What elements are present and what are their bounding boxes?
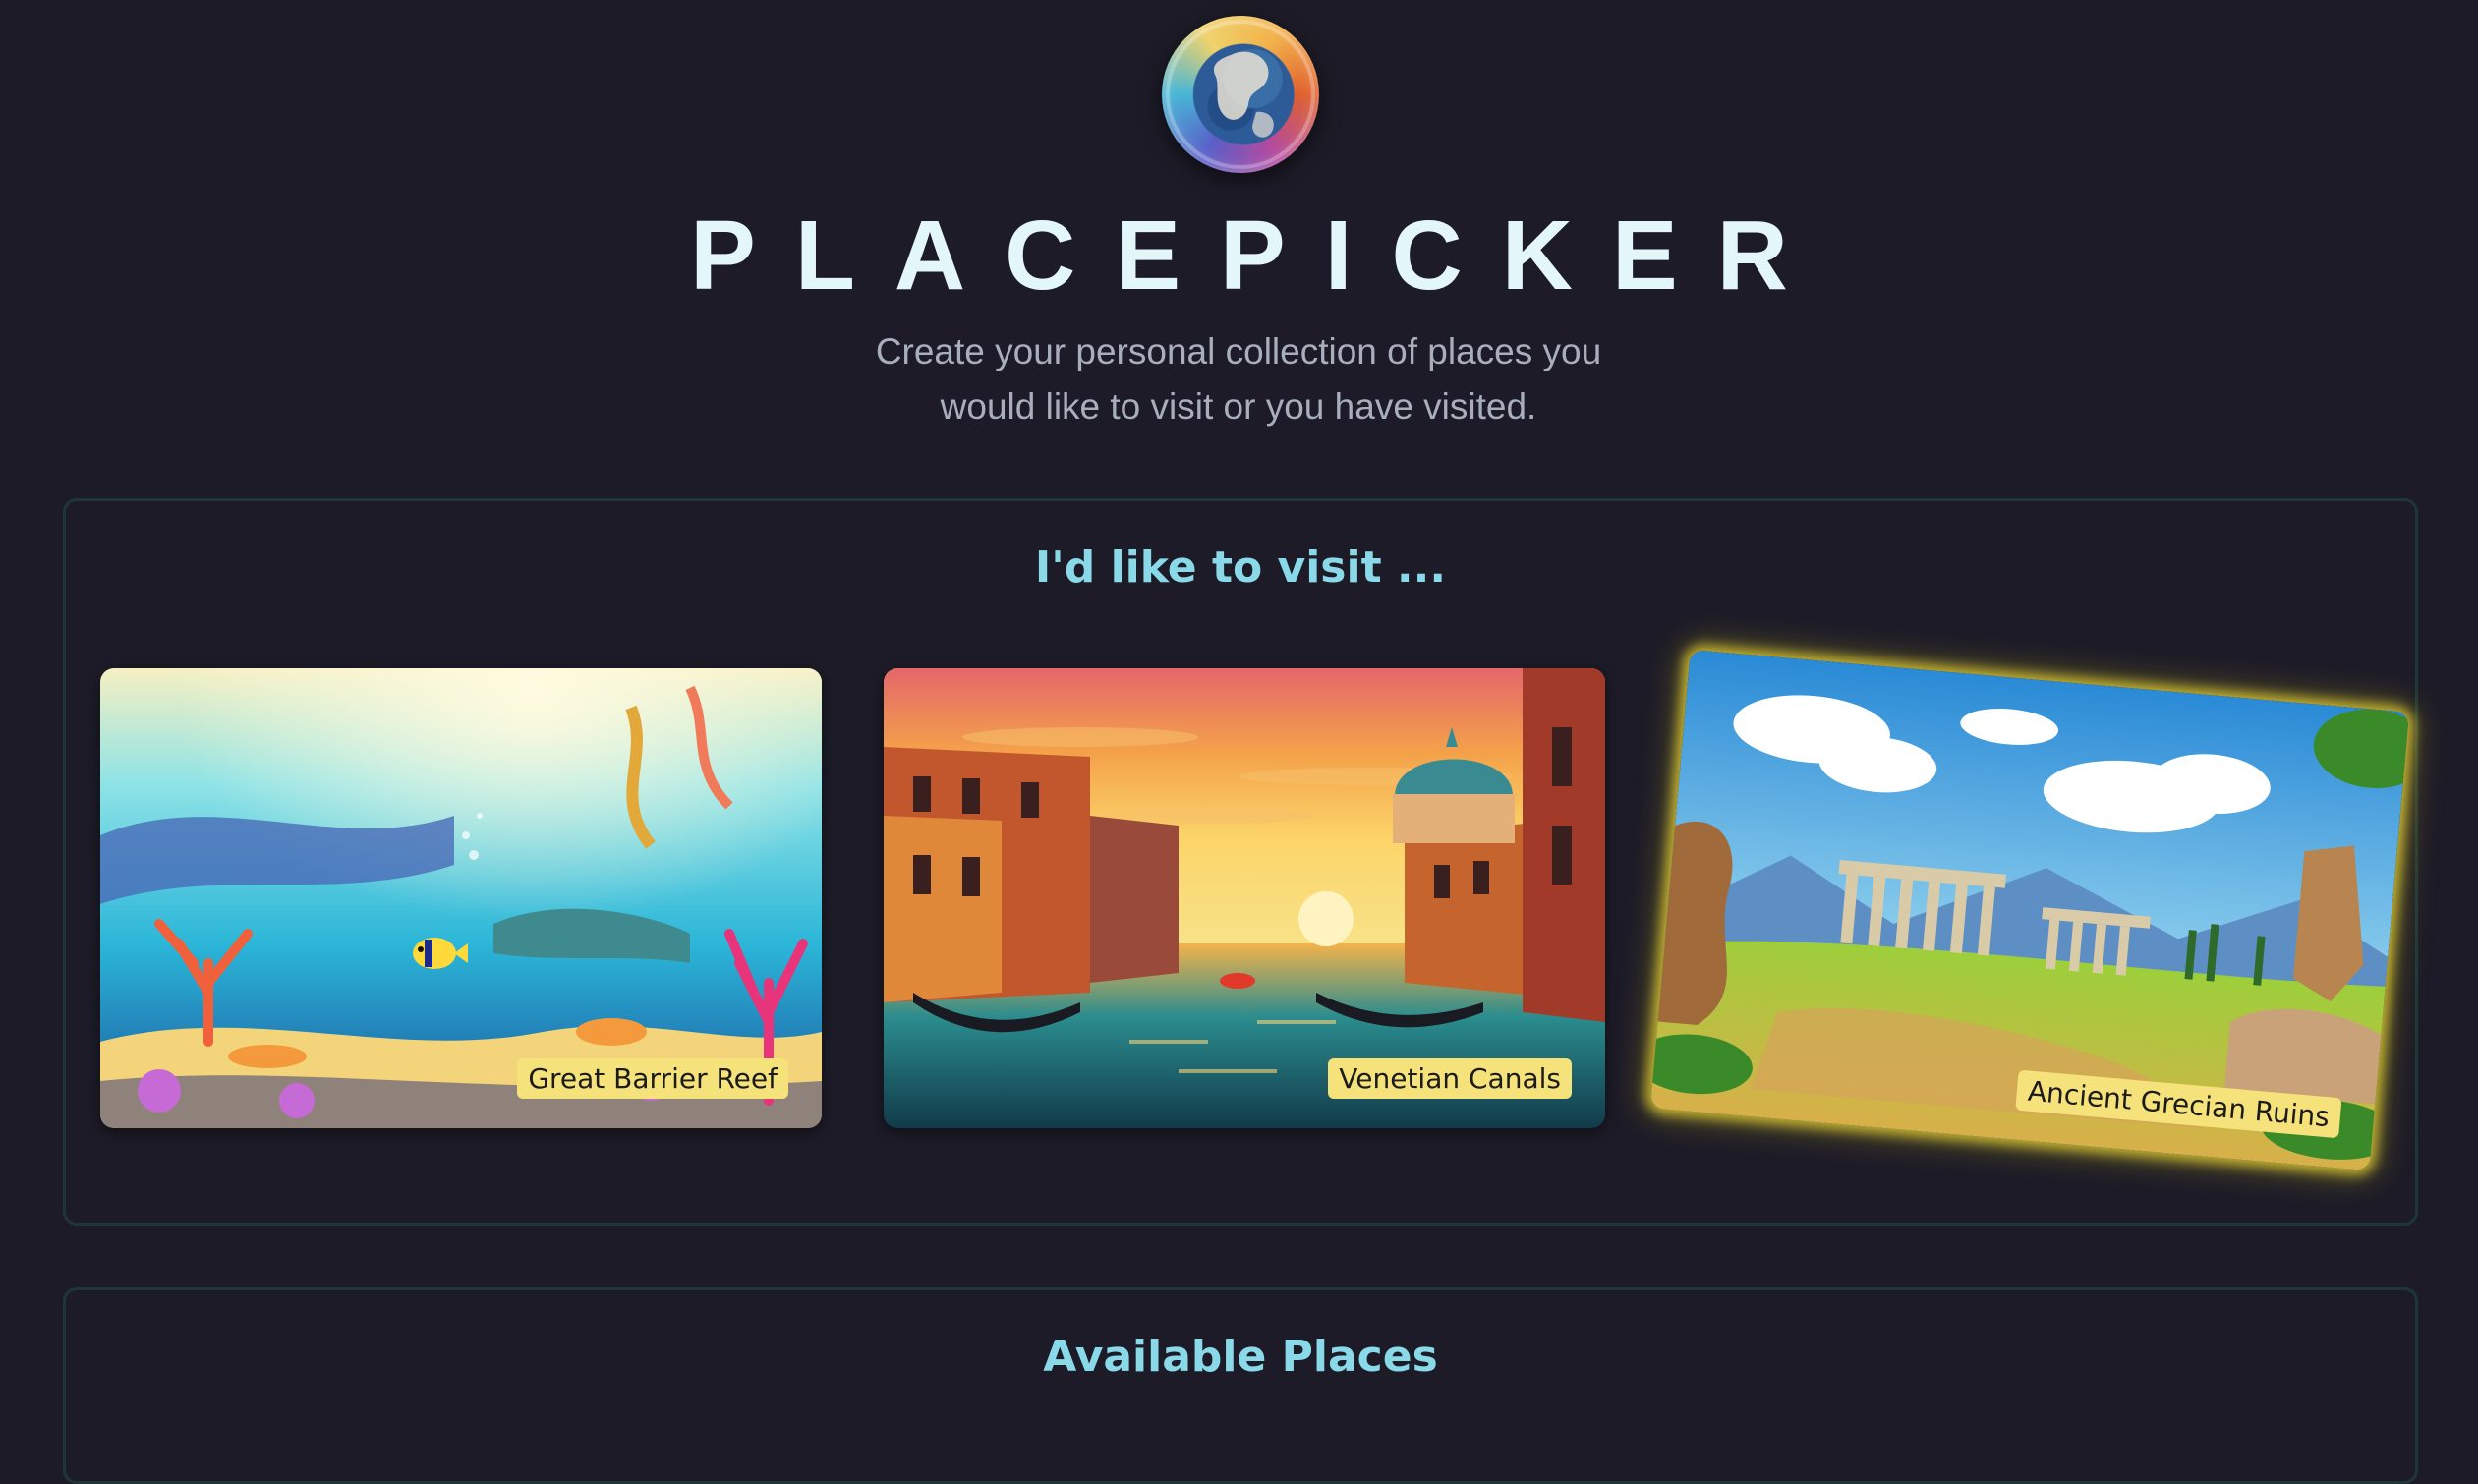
place-card-venetian-canals[interactable]: Venetian Canals (884, 668, 1605, 1128)
place-label: Great Barrier Reef (517, 1058, 788, 1099)
available-places-title: Available Places (1043, 1332, 1438, 1382)
place-label: Venetian Canals (1328, 1058, 1572, 1099)
available-places-section: Available Places (63, 1287, 2418, 1484)
tagline: Create your personal collection of place… (875, 331, 1602, 427)
app-title: PLACEPICKER (690, 200, 1827, 311)
globe-icon (1162, 16, 1319, 173)
place-card-ancient-grecian-ruins[interactable]: Ancient Grecian Ruins (1650, 649, 2409, 1171)
place-card-great-barrier-reef[interactable]: Great Barrier Reef (100, 668, 822, 1128)
visit-section-title: I'd like to visit ... (1034, 542, 1447, 593)
visit-section: I'd like to visit ... Great Barrier Reef… (63, 498, 2418, 1226)
